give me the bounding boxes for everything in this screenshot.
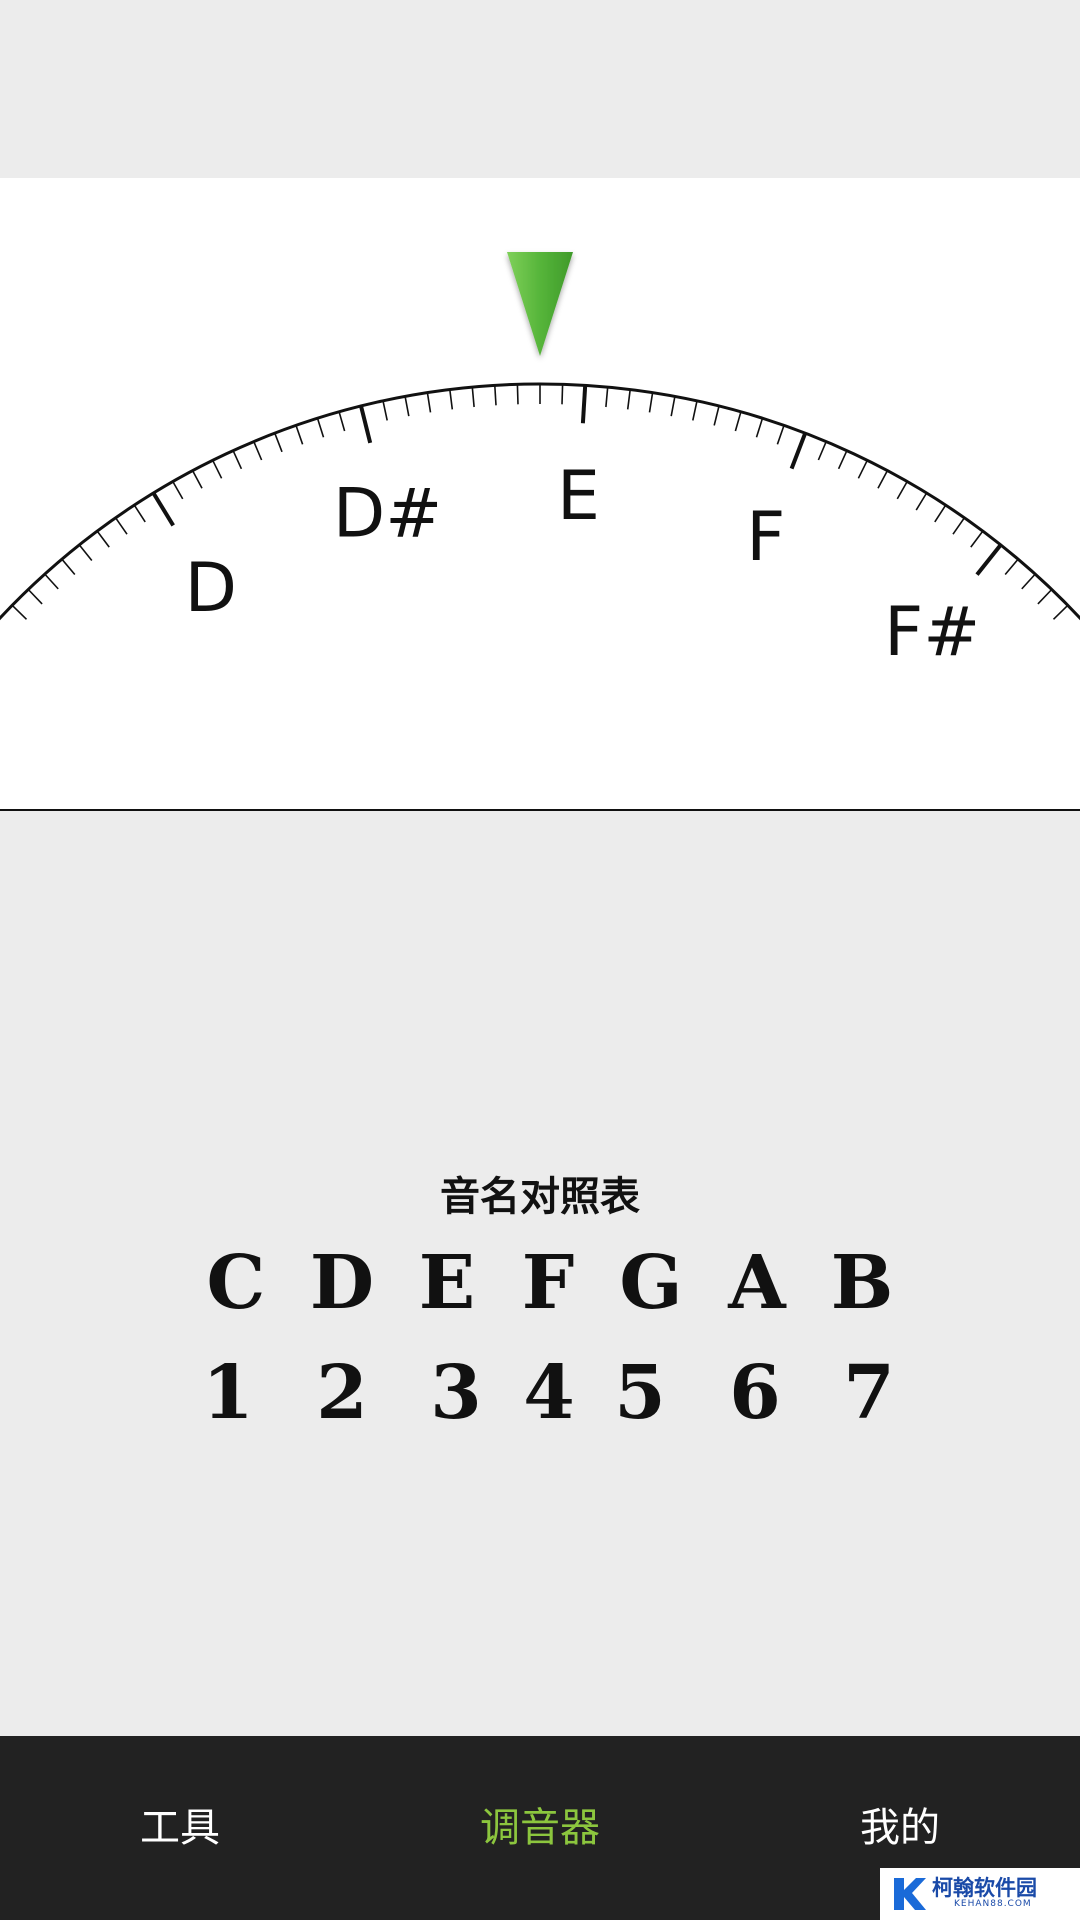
dial-minor-tick: [837, 450, 848, 470]
note-letter: B: [830, 1240, 894, 1326]
note-letter-row: C D E F G A B: [0, 1238, 1080, 1328]
dial-minor-tick: [713, 405, 720, 426]
note-letter: D: [309, 1240, 375, 1326]
note-letter: F: [521, 1240, 575, 1326]
site-watermark: 柯翰软件园 KEHAN88.COM: [880, 1868, 1080, 1920]
dial-minor-tick: [114, 517, 128, 535]
note-number: 5: [614, 1350, 666, 1436]
dial-minor-tick: [494, 385, 497, 406]
dial-minor-tick: [670, 396, 676, 417]
note-letter: A: [728, 1240, 786, 1326]
dial-minor-tick: [253, 441, 263, 461]
dial-minor-tick: [382, 400, 388, 421]
dial-minor-tick: [857, 459, 869, 479]
dial-minor-tick: [952, 517, 966, 535]
note-number: 4: [523, 1350, 575, 1436]
note-number: 7: [843, 1350, 895, 1436]
dial-note-label-f: F: [746, 498, 785, 577]
note-chart-title: 音名对照表: [440, 1173, 640, 1220]
note-chart: 音名对照表 C D E F G A B 1 2 3 4 5 6 7: [0, 811, 1080, 1736]
dial-minor-tick: [896, 481, 908, 500]
dial-minor-tick: [915, 492, 928, 511]
note-number: 3: [430, 1350, 482, 1436]
dial-minor-tick: [61, 558, 76, 576]
dial-major-tick: [151, 491, 175, 527]
dial-minor-tick: [211, 459, 223, 479]
note-number: 6: [729, 1350, 781, 1436]
dial-minor-tick: [692, 400, 698, 421]
dial-minor-tick: [1021, 573, 1036, 590]
dial-minor-tick: [648, 392, 654, 413]
note-letter: E: [418, 1240, 476, 1326]
dial-minor-tick: [934, 504, 947, 523]
dial-minor-tick: [426, 392, 432, 413]
dial-minor-tick: [877, 470, 889, 489]
dial-minor-tick: [44, 573, 59, 590]
dial-note-labels: D D# E F F#: [185, 457, 981, 672]
nav-tab-tuner[interactable]: 调音器: [390, 1736, 690, 1920]
dial-minor-tick: [404, 396, 410, 417]
pitch-indicator: [507, 252, 573, 356]
dial-note-label-fsharp: F#: [884, 593, 980, 672]
top-blank-area: [0, 0, 1080, 178]
note-letter: G: [619, 1240, 683, 1326]
dial-minor-tick: [316, 417, 325, 438]
dial-minor-tick: [11, 604, 28, 620]
dial-minor-tick: [970, 530, 984, 548]
dial-minor-tick: [172, 481, 184, 500]
dial-minor-tick: [626, 389, 631, 410]
dial-ticks: [11, 384, 1069, 620]
watermark-subtext: KEHAN88.COM: [954, 1899, 1032, 1909]
dial-minor-tick: [96, 530, 110, 548]
dial-minor-tick: [776, 425, 785, 445]
dial-minor-tick: [516, 384, 519, 405]
tuner-dial-panel: D D# E F F#: [0, 178, 1080, 812]
watermark-logo-icon: [894, 1878, 926, 1910]
tuner-dial: D D# E F F#: [0, 252, 1080, 672]
dial-minor-tick: [1037, 588, 1053, 605]
dial-major-tick: [359, 405, 373, 444]
dial-note-label-d: D: [185, 549, 237, 628]
dial-minor-tick: [471, 387, 475, 408]
dial-minor-tick: [817, 441, 827, 461]
dial-minor-tick: [133, 504, 146, 523]
dial-minor-tick: [232, 450, 243, 470]
dial-minor-tick: [338, 411, 346, 432]
dial-minor-tick: [295, 425, 304, 445]
dial-major-tick: [580, 385, 588, 424]
dial-note-label-dsharp: D#: [333, 475, 442, 554]
dial-minor-tick: [449, 389, 454, 410]
watermark-text: 柯翰软件园: [932, 1876, 1037, 1900]
note-number-row: 1 2 3 4 5 6 7: [0, 1348, 1080, 1438]
dial-minor-tick: [561, 384, 564, 405]
dial-minor-tick: [78, 544, 93, 562]
dial-major-tick: [789, 432, 808, 470]
note-letter: C: [206, 1240, 266, 1326]
dial-minor-tick: [755, 417, 764, 438]
note-number: 1: [202, 1350, 254, 1436]
dial-minor-tick: [1052, 604, 1069, 620]
note-number: 2: [316, 1350, 368, 1436]
dial-minor-tick: [734, 411, 742, 432]
dial-major-tick: [975, 543, 1003, 576]
dial-minor-tick: [1004, 558, 1019, 576]
dial-minor-tick: [274, 432, 283, 453]
dial-minor-tick: [191, 470, 203, 489]
dial-minor-tick: [27, 588, 43, 605]
nav-tab-tools[interactable]: 工具: [30, 1736, 330, 1920]
dial-note-label-e: E: [557, 457, 600, 536]
dial-minor-tick: [605, 387, 609, 408]
